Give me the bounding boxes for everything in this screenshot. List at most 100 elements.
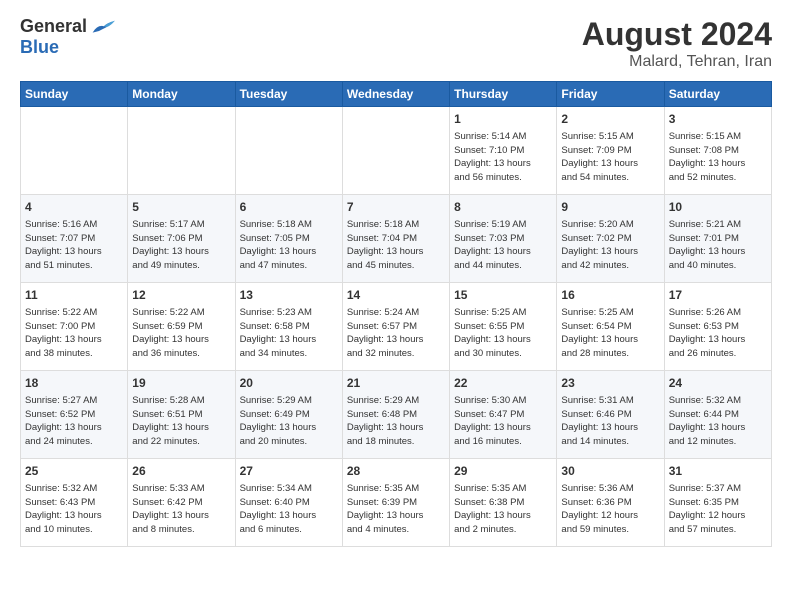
calendar-week-3: 11 Sunrise: 5:22 AMSunset: 7:00 PMDayligh… <box>21 283 772 371</box>
table-row: 12Sunrise: 5:22 AMSunset: 6:59 PMDayligh… <box>128 283 235 371</box>
day-number: 10 <box>669 199 767 216</box>
logo-blue-text: Blue <box>20 37 59 58</box>
calendar-week-2: 4 Sunrise: 5:16 AMSunset: 7:07 PMDaylight… <box>21 195 772 283</box>
day-number: 6 <box>240 199 338 216</box>
calendar-week-4: 18Sunrise: 5:27 AMSunset: 6:52 PMDayligh… <box>21 371 772 459</box>
day-number: 11 <box>25 287 123 304</box>
day-number: 25 <box>25 463 123 480</box>
day-number: 22 <box>454 375 552 392</box>
table-row: 13Sunrise: 5:23 AMSunset: 6:58 PMDayligh… <box>235 283 342 371</box>
day-info: Sunrise: 5:33 AMSunset: 6:42 PMDaylight:… <box>132 482 230 537</box>
day-number: 2 <box>561 111 659 128</box>
table-row: 4 Sunrise: 5:16 AMSunset: 7:07 PMDaylight… <box>21 195 128 283</box>
day-info: Sunrise: 5:34 AMSunset: 6:40 PMDaylight:… <box>240 482 338 537</box>
table-row: 31 Sunrise: 5:37 AMSunset: 6:35 PMDayligh… <box>664 459 771 547</box>
day-info: Sunrise: 5:29 AMSunset: 6:49 PMDaylight:… <box>240 394 338 449</box>
table-row: 29Sunrise: 5:35 AMSunset: 6:38 PMDayligh… <box>450 459 557 547</box>
table-row: 26Sunrise: 5:33 AMSunset: 6:42 PMDayligh… <box>128 459 235 547</box>
calendar-header-row: Sunday Monday Tuesday Wednesday Thursday… <box>21 82 772 107</box>
day-info: Sunrise: 5:35 AMSunset: 6:39 PMDaylight:… <box>347 482 445 537</box>
day-info: Sunrise: 5:18 AMSunset: 7:04 PMDaylight:… <box>347 218 445 273</box>
calendar-table: Sunday Monday Tuesday Wednesday Thursday… <box>20 81 772 547</box>
logo: General Blue <box>20 16 115 58</box>
logo-general-text: General <box>20 16 87 37</box>
day-number: 16 <box>561 287 659 304</box>
day-info: Sunrise: 5:19 AMSunset: 7:03 PMDaylight:… <box>454 218 552 273</box>
day-info: Sunrise: 5:25 AMSunset: 6:55 PMDaylight:… <box>454 306 552 361</box>
day-number: 24 <box>669 375 767 392</box>
main-title: August 2024 <box>582 16 772 53</box>
day-number: 1 <box>454 111 552 128</box>
day-info: Sunrise: 5:24 AMSunset: 6:57 PMDaylight:… <box>347 306 445 361</box>
day-info: Sunrise: 5:32 AMSunset: 6:43 PMDaylight:… <box>25 482 123 537</box>
table-row: 21Sunrise: 5:29 AMSunset: 6:48 PMDayligh… <box>342 371 449 459</box>
day-info: Sunrise: 5:25 AMSunset: 6:54 PMDaylight:… <box>561 306 659 361</box>
day-info: Sunrise: 5:14 AMSunset: 7:10 PMDaylight:… <box>454 130 552 185</box>
table-row: 28 Sunrise: 5:35 AMSunset: 6:39 PMDayligh… <box>342 459 449 547</box>
table-row <box>128 107 235 195</box>
day-info: Sunrise: 5:20 AMSunset: 7:02 PMDaylight:… <box>561 218 659 273</box>
day-info: Sunrise: 5:15 AMSunset: 7:08 PMDaylight:… <box>669 130 767 185</box>
table-row: 15 Sunrise: 5:25 AMSunset: 6:55 PMDayligh… <box>450 283 557 371</box>
table-row: 1 Sunrise: 5:14 AMSunset: 7:10 PMDaylight… <box>450 107 557 195</box>
header-monday: Monday <box>128 82 235 107</box>
day-info: Sunrise: 5:15 AMSunset: 7:09 PMDaylight:… <box>561 130 659 185</box>
day-info: Sunrise: 5:28 AMSunset: 6:51 PMDaylight:… <box>132 394 230 449</box>
table-row <box>235 107 342 195</box>
day-info: Sunrise: 5:37 AMSunset: 6:35 PMDaylight:… <box>669 482 767 537</box>
title-block: August 2024 Malard, Tehran, Iran <box>582 16 772 71</box>
day-info: Sunrise: 5:16 AMSunset: 7:07 PMDaylight:… <box>25 218 123 273</box>
calendar-week-5: 25 Sunrise: 5:32 AMSunset: 6:43 PMDayligh… <box>21 459 772 547</box>
table-row: 14Sunrise: 5:24 AMSunset: 6:57 PMDayligh… <box>342 283 449 371</box>
header-wednesday: Wednesday <box>342 82 449 107</box>
table-row <box>21 107 128 195</box>
table-row: 17 Sunrise: 5:26 AMSunset: 6:53 PMDayligh… <box>664 283 771 371</box>
header-sunday: Sunday <box>21 82 128 107</box>
table-row: 20 Sunrise: 5:29 AMSunset: 6:49 PMDayligh… <box>235 371 342 459</box>
day-number: 28 <box>347 463 445 480</box>
logo-bird-icon <box>91 17 115 37</box>
table-row: 7 Sunrise: 5:18 AMSunset: 7:04 PMDaylight… <box>342 195 449 283</box>
header: General Blue August 2024 Malard, Tehran,… <box>20 16 772 71</box>
day-number: 30 <box>561 463 659 480</box>
day-info: Sunrise: 5:18 AMSunset: 7:05 PMDaylight:… <box>240 218 338 273</box>
table-row: 8Sunrise: 5:19 AMSunset: 7:03 PMDaylight… <box>450 195 557 283</box>
table-row: 24 Sunrise: 5:32 AMSunset: 6:44 PMDayligh… <box>664 371 771 459</box>
table-row: 6 Sunrise: 5:18 AMSunset: 7:05 PMDaylight… <box>235 195 342 283</box>
day-number: 17 <box>669 287 767 304</box>
table-row: 11 Sunrise: 5:22 AMSunset: 7:00 PMDayligh… <box>21 283 128 371</box>
day-info: Sunrise: 5:32 AMSunset: 6:44 PMDaylight:… <box>669 394 767 449</box>
day-number: 4 <box>25 199 123 216</box>
table-row: 23 Sunrise: 5:31 AMSunset: 6:46 PMDayligh… <box>557 371 664 459</box>
header-tuesday: Tuesday <box>235 82 342 107</box>
table-row <box>342 107 449 195</box>
table-row: 2 Sunrise: 5:15 AMSunset: 7:09 PMDaylight… <box>557 107 664 195</box>
header-friday: Friday <box>557 82 664 107</box>
day-info: Sunrise: 5:26 AMSunset: 6:53 PMDaylight:… <box>669 306 767 361</box>
table-row: 19 Sunrise: 5:28 AMSunset: 6:51 PMDayligh… <box>128 371 235 459</box>
day-number: 29 <box>454 463 552 480</box>
day-number: 9 <box>561 199 659 216</box>
table-row: 3Sunrise: 5:15 AMSunset: 7:08 PMDaylight… <box>664 107 771 195</box>
day-info: Sunrise: 5:23 AMSunset: 6:58 PMDaylight:… <box>240 306 338 361</box>
day-number: 23 <box>561 375 659 392</box>
table-row: 25 Sunrise: 5:32 AMSunset: 6:43 PMDayligh… <box>21 459 128 547</box>
table-row: 30Sunrise: 5:36 AMSunset: 6:36 PMDayligh… <box>557 459 664 547</box>
day-info: Sunrise: 5:17 AMSunset: 7:06 PMDaylight:… <box>132 218 230 273</box>
day-number: 18 <box>25 375 123 392</box>
header-thursday: Thursday <box>450 82 557 107</box>
table-row: 16 Sunrise: 5:25 AMSunset: 6:54 PMDayligh… <box>557 283 664 371</box>
day-number: 7 <box>347 199 445 216</box>
page: General Blue August 2024 Malard, Tehran,… <box>0 0 792 612</box>
day-number: 31 <box>669 463 767 480</box>
table-row: 5Sunrise: 5:17 AMSunset: 7:06 PMDaylight… <box>128 195 235 283</box>
day-info: Sunrise: 5:22 AMSunset: 7:00 PMDaylight:… <box>25 306 123 361</box>
day-info: Sunrise: 5:22 AMSunset: 6:59 PMDaylight:… <box>132 306 230 361</box>
day-number: 21 <box>347 375 445 392</box>
table-row: 27Sunrise: 5:34 AMSunset: 6:40 PMDayligh… <box>235 459 342 547</box>
day-info: Sunrise: 5:30 AMSunset: 6:47 PMDaylight:… <box>454 394 552 449</box>
day-number: 15 <box>454 287 552 304</box>
day-info: Sunrise: 5:31 AMSunset: 6:46 PMDaylight:… <box>561 394 659 449</box>
day-number: 20 <box>240 375 338 392</box>
day-number: 19 <box>132 375 230 392</box>
